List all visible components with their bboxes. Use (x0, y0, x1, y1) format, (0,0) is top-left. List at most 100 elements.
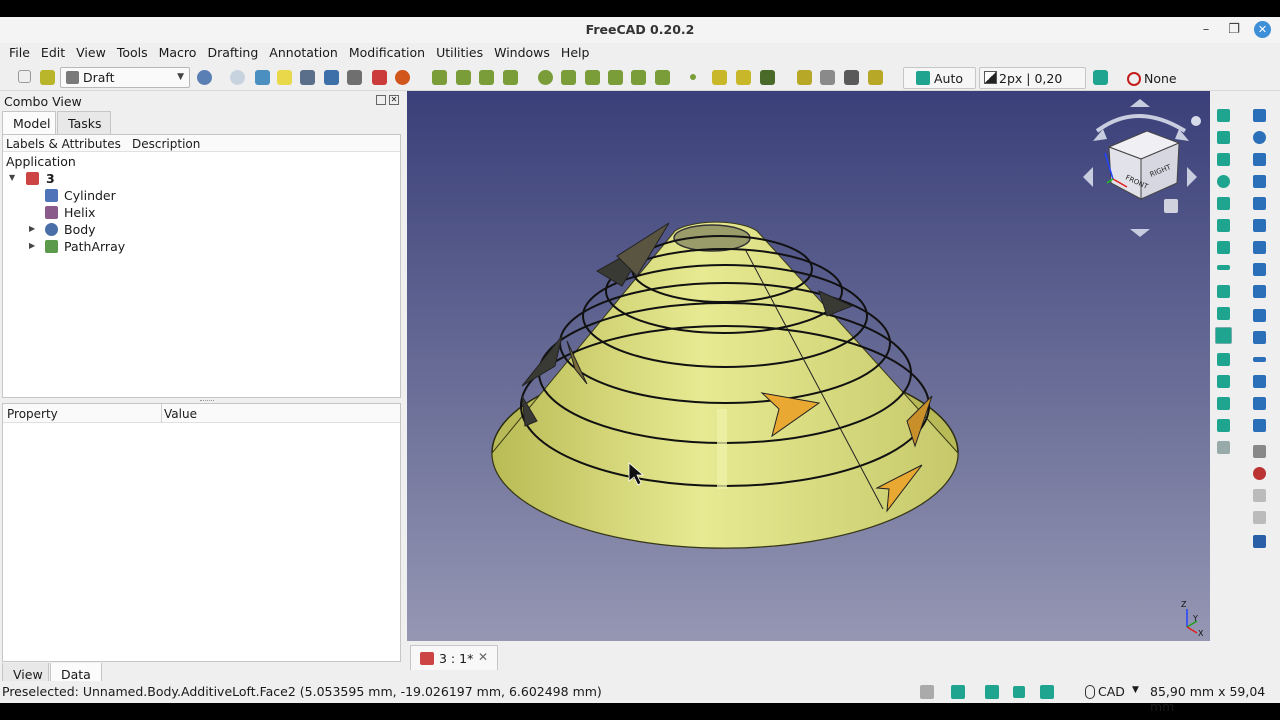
snap-lock-icon[interactable] (951, 685, 965, 699)
grid-icon[interactable] (920, 685, 934, 699)
bounding-box-icon[interactable] (324, 70, 339, 85)
ellipse-icon[interactable] (561, 70, 576, 85)
link-icon[interactable] (372, 70, 387, 85)
join-icon[interactable] (1253, 357, 1266, 362)
scale-icon[interactable] (1253, 153, 1266, 166)
panel-splitter[interactable] (200, 400, 214, 402)
tree-item-helix[interactable]: Helix (3, 204, 400, 221)
downgrade-icon[interactable] (1253, 419, 1266, 432)
construction-label[interactable]: None (1144, 71, 1177, 86)
close-panel-icon[interactable]: ✕ (389, 95, 399, 105)
clone-icon[interactable] (1253, 241, 1266, 254)
point-icon[interactable] (690, 74, 696, 80)
snap-special-icon[interactable] (1217, 307, 1230, 320)
wire-to-bspline-icon[interactable] (1253, 445, 1266, 458)
tree-item-body[interactable]: ▶ Body (3, 221, 400, 238)
snap-special-icon[interactable] (1040, 685, 1054, 699)
tab-model[interactable]: Model (2, 111, 56, 134)
new-document-icon[interactable] (18, 70, 31, 83)
tree-item-cylinder[interactable]: Cylinder (3, 187, 400, 204)
menu-annotation[interactable]: Annotation (260, 43, 343, 60)
upgrade-icon[interactable] (1253, 397, 1266, 410)
snap-intersection-icon[interactable] (1217, 219, 1230, 232)
menu-tools[interactable]: Tools (108, 43, 153, 60)
tree-item-patharray[interactable]: ▶ PathArray (3, 238, 400, 255)
maximize-button[interactable]: ❐ (1224, 20, 1244, 40)
rectangle-icon[interactable] (585, 70, 600, 85)
tab-tasks[interactable]: Tasks (57, 111, 111, 134)
float-panel-icon[interactable] (376, 95, 386, 105)
dimension-icon[interactable] (820, 70, 835, 85)
snap-grid-icon[interactable] (1217, 375, 1230, 388)
add-point-icon[interactable] (1013, 686, 1025, 698)
snap-midpoint-icon[interactable] (1217, 153, 1230, 166)
toggle-grid-icon[interactable] (1217, 441, 1230, 454)
fit-all-icon[interactable] (255, 70, 270, 85)
undo-icon[interactable] (197, 70, 212, 85)
minimize-button[interactable]: – (1196, 20, 1216, 40)
move-icon[interactable] (1253, 109, 1266, 122)
inner-cylinder[interactable] (717, 409, 727, 489)
layer-icon[interactable] (1253, 535, 1266, 548)
working-plane-icon[interactable] (1093, 70, 1108, 85)
hatch-icon[interactable] (760, 70, 775, 85)
mirror-icon[interactable] (1253, 175, 1266, 188)
expand-arrow-icon[interactable]: ▼ (9, 173, 15, 182)
shape-2d-view-icon[interactable] (1253, 489, 1266, 502)
expand-arrow-icon[interactable]: ▶ (29, 241, 35, 250)
path-array-icon[interactable] (1253, 285, 1266, 298)
tree-column-description[interactable]: Description (132, 137, 200, 151)
std-view-icon[interactable] (300, 70, 315, 85)
measure-icon[interactable] (347, 70, 362, 85)
snap-near-icon[interactable] (1215, 327, 1232, 344)
snap-angle-icon[interactable] (1217, 197, 1230, 210)
menu-file[interactable]: File (0, 43, 35, 60)
line-icon[interactable] (432, 70, 447, 85)
annotation-style-icon[interactable] (868, 70, 883, 85)
stretch-icon[interactable] (1253, 219, 1266, 232)
menu-view[interactable]: View (67, 43, 111, 60)
navigation-cube[interactable]: FRONT RIGHT (1083, 99, 1201, 237)
split-icon[interactable] (1253, 375, 1266, 388)
menu-modification[interactable]: Modification (340, 43, 430, 60)
facebinder-icon[interactable] (712, 70, 727, 85)
tree-item-document[interactable]: ▼ 3 (3, 170, 400, 187)
draft-to-sketch-icon[interactable] (1253, 467, 1266, 480)
document-tab[interactable]: 3 : 1* ✕ (410, 645, 498, 670)
snap-extension-icon[interactable] (1217, 265, 1230, 270)
label-icon[interactable] (844, 70, 859, 85)
rotate-icon[interactable] (1253, 131, 1266, 144)
fit-selection-icon[interactable] (277, 70, 292, 85)
value-column[interactable]: Value (164, 407, 197, 421)
macro-record-icon[interactable] (395, 70, 410, 85)
working-plane-icon[interactable] (985, 685, 999, 699)
close-button[interactable]: ✕ (1254, 21, 1271, 38)
offset-icon[interactable] (1253, 197, 1266, 210)
bspline-icon[interactable] (631, 70, 646, 85)
snap-ortho-icon[interactable] (1217, 353, 1230, 366)
snap-perpendicular-icon[interactable] (1217, 241, 1230, 254)
snap-lock-icon[interactable] (1217, 109, 1230, 122)
snap-center-icon[interactable] (1217, 175, 1230, 188)
snap-endpoint-icon[interactable] (1217, 131, 1230, 144)
polyline-icon[interactable] (456, 70, 471, 85)
redo-icon[interactable] (230, 70, 245, 85)
vertical-splitter[interactable] (402, 107, 406, 667)
menu-drafting[interactable]: Drafting (198, 43, 263, 60)
3d-viewport[interactable]: FRONT RIGHT Z Y X (407, 91, 1210, 641)
menu-utilities[interactable]: Utilities (427, 43, 488, 60)
tree-column-labels[interactable]: Labels & Attributes (6, 137, 121, 151)
snap-dimensions-icon[interactable] (1217, 419, 1230, 432)
close-tab-icon[interactable]: ✕ (478, 650, 488, 664)
line-style-button[interactable]: 2px | 0,20 mm (979, 67, 1086, 101)
chevron-down-icon[interactable]: ▼ (1132, 685, 1139, 695)
polygon-icon[interactable] (608, 70, 623, 85)
subelement-highlight-icon[interactable] (1253, 331, 1266, 344)
menu-help[interactable]: Help (552, 43, 595, 60)
snap-parallel-icon[interactable] (1217, 285, 1230, 298)
array-icon[interactable] (1253, 263, 1266, 276)
text-icon[interactable] (797, 70, 812, 85)
expand-arrow-icon[interactable]: ▶ (29, 224, 35, 233)
shapestring-icon[interactable] (736, 70, 751, 85)
arc-icon[interactable] (503, 70, 518, 85)
